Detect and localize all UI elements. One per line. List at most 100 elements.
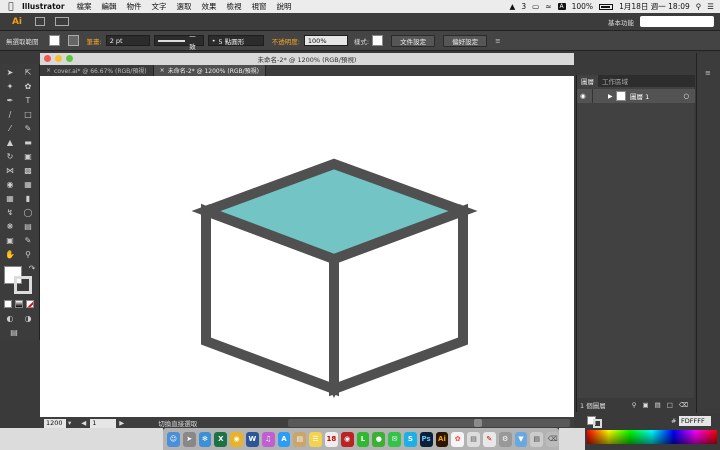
color-fill-indicator[interactable] bbox=[593, 419, 602, 428]
new-sublayer-icon[interactable]: ▤ bbox=[655, 401, 661, 409]
opacity-field[interactable]: 100% bbox=[303, 35, 348, 46]
lasso-icon[interactable]: ✿ bbox=[22, 82, 34, 92]
safari-icon[interactable]: ✻ bbox=[198, 431, 212, 447]
apple-icon[interactable]:  bbox=[0, 2, 22, 12]
style-swatch[interactable] bbox=[372, 35, 384, 46]
menu-object[interactable]: 物件 bbox=[127, 1, 142, 12]
cube-artwork[interactable] bbox=[40, 76, 574, 421]
pen-tool-icon[interactable]: ✒ bbox=[4, 96, 16, 106]
tab-untitled-2[interactable]: × 未命名-2* @ 1200% (RGB/預視) bbox=[153, 65, 267, 76]
graph-tool-icon[interactable]: ▤ bbox=[22, 222, 34, 232]
perspective-grid-icon[interactable]: ▦ bbox=[22, 180, 34, 190]
selection-tool-icon[interactable]: ➤ bbox=[4, 68, 16, 78]
layer-name[interactable]: 圖層 1 bbox=[630, 91, 649, 101]
artboard-canvas[interactable] bbox=[40, 76, 574, 421]
line-style-dropdown[interactable]: 一致 bbox=[153, 33, 204, 51]
wechat-icon[interactable]: ● bbox=[372, 431, 386, 447]
photos-icon[interactable]: ✿ bbox=[451, 431, 465, 447]
stroke-color-swatch[interactable] bbox=[14, 276, 32, 294]
artboard-tool-icon[interactable]: ▣ bbox=[4, 236, 16, 246]
mesh-tool-icon[interactable]: ▦ bbox=[4, 194, 16, 204]
scale-tool-icon[interactable]: ▣ bbox=[22, 152, 34, 162]
skype-icon[interactable]: S bbox=[403, 431, 417, 447]
tab-close-icon[interactable]: × bbox=[46, 67, 51, 74]
calendar-icon[interactable]: 18 bbox=[324, 431, 338, 447]
input-method[interactable]: A bbox=[557, 3, 566, 10]
blob-brush-icon[interactable]: ▲ bbox=[4, 138, 16, 148]
hex-field[interactable]: FDFFFF bbox=[679, 416, 711, 426]
battery-icon[interactable] bbox=[599, 3, 614, 10]
tab-layers[interactable]: 圖層 bbox=[577, 75, 598, 87]
line-icon[interactable]: L bbox=[356, 431, 370, 447]
blend-tool-icon[interactable]: ◯ bbox=[22, 208, 34, 218]
illustrator-icon[interactable]: Ai bbox=[435, 431, 449, 447]
tab-cover[interactable]: × cover.ai* @ 66.67% (RGB/預視) bbox=[40, 65, 154, 76]
swap-colors-icon[interactable]: ↷ bbox=[26, 264, 38, 274]
layer-target-icon[interactable]: ○ bbox=[683, 92, 689, 100]
zoom-tool-icon[interactable]: ⚲ bbox=[22, 250, 34, 260]
clock[interactable]: 1月18日 週一 18:09 bbox=[619, 1, 690, 12]
stroke-weight-field[interactable]: 2 pt bbox=[105, 35, 150, 46]
direct-selection-tool-icon[interactable]: ⇱ bbox=[22, 68, 34, 78]
layer-row[interactable]: ◉ ▶ 圖層 1 ○ bbox=[577, 89, 695, 103]
document-setup-button[interactable]: 文件設定 bbox=[391, 34, 436, 47]
draw-inside-icon[interactable]: ◑ bbox=[22, 314, 34, 324]
word-icon[interactable]: W bbox=[245, 431, 259, 447]
workspace-switcher[interactable]: 基本功能 bbox=[608, 17, 634, 27]
adobe-cc-icon[interactable]: ▲ bbox=[510, 2, 516, 11]
color-mode-button[interactable] bbox=[4, 300, 12, 308]
next-artboard-icon[interactable]: ▶ bbox=[119, 419, 124, 427]
airplay-icon[interactable]: ▭ bbox=[532, 2, 539, 11]
zoom-window-icon[interactable] bbox=[66, 55, 73, 62]
menu-type[interactable]: 文字 bbox=[152, 1, 167, 12]
menu-select[interactable]: 選取 bbox=[177, 1, 192, 12]
magic-wand-icon[interactable]: ✦ bbox=[4, 82, 16, 92]
brush-dropdown[interactable]: • 5 點圓形 bbox=[207, 35, 264, 46]
shape-builder-icon[interactable]: ◉ bbox=[4, 180, 16, 190]
paintbrush-icon[interactable]: ⁄ bbox=[4, 124, 16, 134]
symbol-sprayer-icon[interactable]: ❋ bbox=[4, 222, 16, 232]
stroke-label[interactable]: 筆畫: bbox=[87, 36, 102, 46]
delete-layer-icon[interactable]: ⌫ bbox=[679, 401, 688, 409]
arrange-documents-icon[interactable] bbox=[55, 17, 69, 26]
locate-object-icon[interactable]: ⚲ bbox=[632, 401, 637, 409]
menu-effect[interactable]: 效果 bbox=[202, 1, 217, 12]
new-layer-icon[interactable]: □ bbox=[667, 401, 673, 409]
color-spectrum[interactable] bbox=[587, 430, 717, 444]
rectangle-tool-icon[interactable]: □ bbox=[22, 110, 34, 120]
chrome-icon[interactable]: ◉ bbox=[230, 431, 243, 447]
lock-toggle[interactable] bbox=[592, 89, 604, 103]
tab-close-icon[interactable]: × bbox=[160, 67, 165, 74]
launchpad-icon[interactable]: ➤ bbox=[182, 431, 196, 447]
visibility-eye-icon[interactable]: ◉ bbox=[580, 92, 592, 100]
draw-mode-icon[interactable]: ◐ bbox=[4, 314, 16, 324]
finder-icon[interactable]: ☺ bbox=[167, 431, 180, 447]
minimize-window-icon[interactable] bbox=[55, 55, 62, 62]
make-clipping-mask-icon[interactable]: ▣ bbox=[642, 401, 648, 409]
excel-icon[interactable]: X bbox=[214, 431, 228, 447]
type-tool-icon[interactable]: T bbox=[22, 96, 34, 106]
horizontal-scrollbar[interactable] bbox=[288, 419, 570, 427]
system-preferences-icon[interactable]: ⚙ bbox=[498, 431, 512, 447]
menu-window[interactable]: 視窗 bbox=[252, 1, 267, 12]
opacity-label[interactable]: 不透明度: bbox=[272, 36, 300, 46]
pencil-icon[interactable]: ✎ bbox=[22, 124, 34, 134]
align-menu-icon[interactable]: ≡ bbox=[495, 37, 500, 45]
pdf-icon[interactable]: ✎ bbox=[482, 431, 496, 447]
downloads-folder-icon[interactable]: ▼ bbox=[514, 431, 528, 447]
trash-icon[interactable]: ⌫ bbox=[546, 431, 559, 447]
preferences-button[interactable]: 偏好設定 bbox=[443, 34, 488, 47]
notes-icon[interactable]: ☰ bbox=[309, 431, 322, 447]
eyedropper-icon[interactable]: ↯ bbox=[4, 208, 16, 218]
menu-file[interactable]: 檔案 bbox=[77, 1, 92, 12]
close-window-icon[interactable] bbox=[44, 55, 51, 62]
free-transform-icon[interactable]: ▩ bbox=[22, 166, 34, 176]
wifi-icon[interactable]: ≈ bbox=[545, 2, 551, 11]
notification-icon[interactable]: ☰ bbox=[707, 2, 714, 11]
menu-view[interactable]: 檢視 bbox=[227, 1, 242, 12]
scrollbar-thumb[interactable] bbox=[474, 419, 482, 427]
photoshop-icon[interactable]: Ps bbox=[419, 431, 433, 447]
rotate-tool-icon[interactable]: ↻ bbox=[4, 152, 16, 162]
panel-expand-icon[interactable]: ≡ bbox=[705, 69, 711, 77]
menu-edit[interactable]: 編輯 bbox=[102, 1, 117, 12]
